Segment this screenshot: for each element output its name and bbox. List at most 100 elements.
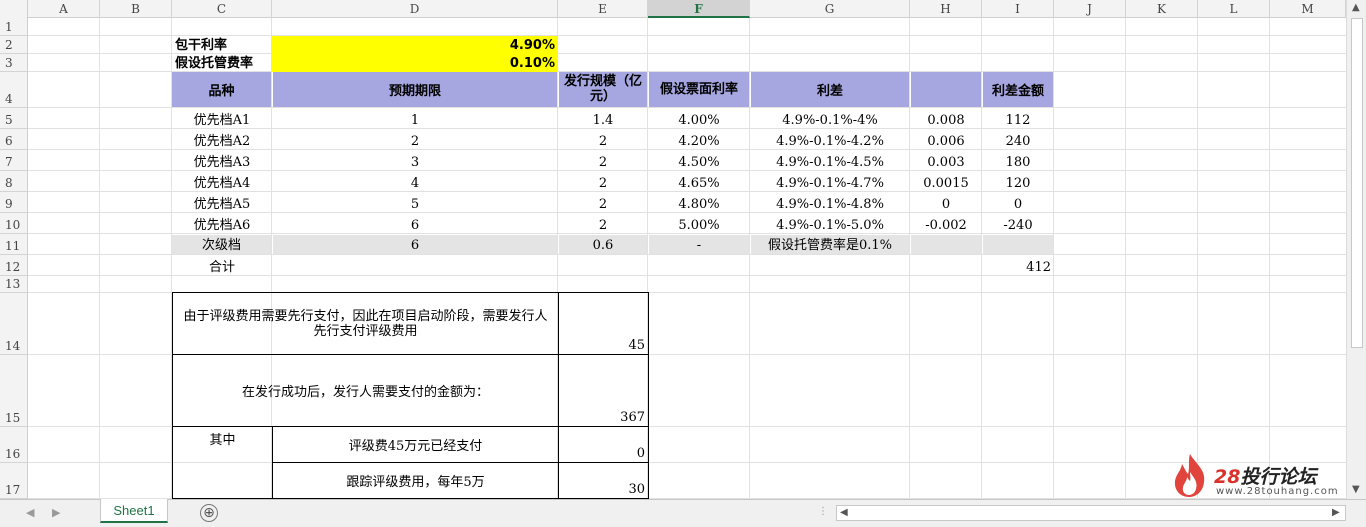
cell-E10[interactable]: 2 xyxy=(558,213,648,234)
header-coupon[interactable]: 假设票面利率 xyxy=(649,72,749,107)
row-header-12[interactable]: 12 xyxy=(0,255,28,276)
cell-I5[interactable]: 112 xyxy=(982,108,1054,129)
cell-H10[interactable]: -0.002 xyxy=(910,213,982,234)
scroll-left-icon[interactable]: ◀ xyxy=(840,507,848,518)
cell-E15[interactable]: 367 xyxy=(558,354,649,427)
sheet-tab-sheet1[interactable]: Sheet1 xyxy=(100,499,168,523)
cell-C8[interactable]: 优先档A4 xyxy=(172,171,272,192)
vertical-scrollbar[interactable]: ▲ ▼ xyxy=(1346,0,1366,499)
column-header-B[interactable]: B xyxy=(100,0,172,18)
column-header-J[interactable]: J xyxy=(1054,0,1126,18)
cell-E8[interactable]: 2 xyxy=(558,171,648,192)
cell-E17[interactable]: 30 xyxy=(558,462,649,499)
cell-F9[interactable]: 4.80% xyxy=(648,192,750,213)
cell-G11[interactable]: 假设托管费率是0.1% xyxy=(751,235,909,254)
row-header-4[interactable]: 4 xyxy=(0,72,28,108)
row-header-8[interactable]: 8 xyxy=(0,171,28,192)
column-header-K[interactable]: K xyxy=(1126,0,1198,18)
cell-G10[interactable]: 4.9%-0.1%-5.0% xyxy=(750,213,910,234)
cell-I12[interactable]: 412 xyxy=(982,255,1054,276)
cell-F10[interactable]: 5.00% xyxy=(648,213,750,234)
header-blank[interactable] xyxy=(911,72,981,107)
cell-C2[interactable]: 包干利率 xyxy=(172,36,272,54)
cell-F5[interactable]: 4.00% xyxy=(648,108,750,129)
cell-H5[interactable]: 0.008 xyxy=(910,108,982,129)
column-header-E[interactable]: E xyxy=(558,0,648,18)
row-header-1[interactable]: 1 xyxy=(0,18,28,36)
scroll-right-icon[interactable]: ▶ xyxy=(1332,507,1340,518)
cell-F6[interactable]: 4.20% xyxy=(648,129,750,150)
cell-I6[interactable]: 240 xyxy=(982,129,1054,150)
cell-I10[interactable]: -240 xyxy=(982,213,1054,234)
column-header-F[interactable]: F xyxy=(648,0,750,18)
row-header-6[interactable]: 6 xyxy=(0,129,28,150)
cell-D8[interactable]: 4 xyxy=(272,171,558,192)
row-header-2[interactable]: 2 xyxy=(0,36,28,54)
column-header-G[interactable]: G xyxy=(750,0,910,18)
cell-G8[interactable]: 4.9%-0.1%-4.7% xyxy=(750,171,910,192)
cell-C14[interactable]: 由于评级费用需要先行支付，因此在项目启动阶段，需要发行人先行支付评级费用 xyxy=(172,292,559,355)
column-header-M[interactable]: M xyxy=(1270,0,1346,18)
cell-D16[interactable]: 评级费45万元已经支付 xyxy=(272,426,559,463)
select-all-corner[interactable] xyxy=(0,0,28,18)
cell-D3[interactable]: 0.10% xyxy=(272,54,558,72)
scroll-up-icon[interactable]: ▲ xyxy=(1352,2,1360,13)
cell-C9[interactable]: 优先档A5 xyxy=(172,192,272,213)
cell-E7[interactable]: 2 xyxy=(558,150,648,171)
cell-C10[interactable]: 优先档A6 xyxy=(172,213,272,234)
cell-G5[interactable]: 4.9%-0.1%-4% xyxy=(750,108,910,129)
cell-F7[interactable]: 4.50% xyxy=(648,150,750,171)
header-spread[interactable]: 利差 xyxy=(751,72,909,107)
header-spread-amount[interactable]: 利差金额 xyxy=(983,72,1053,107)
cell-D2[interactable]: 4.90% xyxy=(272,36,558,54)
column-header-A[interactable]: A xyxy=(28,0,100,18)
add-sheet-button[interactable]: ⊕ xyxy=(200,504,218,522)
cell-I9[interactable]: 0 xyxy=(982,192,1054,213)
row-header-16[interactable]: 16 xyxy=(0,427,28,463)
row-header-9[interactable]: 9 xyxy=(0,192,28,213)
row-header-13[interactable]: 13 xyxy=(0,276,28,293)
cell-F11[interactable]: - xyxy=(649,235,749,254)
cell-D17[interactable]: 跟踪评级费用，每年5万 xyxy=(272,462,559,499)
cell-E11[interactable]: 0.6 xyxy=(559,235,647,254)
cell-D7[interactable]: 3 xyxy=(272,150,558,171)
cell-C6[interactable]: 优先档A2 xyxy=(172,129,272,150)
cell-G9[interactable]: 4.9%-0.1%-4.8% xyxy=(750,192,910,213)
cell-I8[interactable]: 120 xyxy=(982,171,1054,192)
cell-E5[interactable]: 1.4 xyxy=(558,108,648,129)
cell-C15[interactable]: 在发行成功后，发行人需要支付的金额为： xyxy=(172,354,559,427)
cell-H9[interactable]: 0 xyxy=(910,192,982,213)
cell-E9[interactable]: 2 xyxy=(558,192,648,213)
cell-G6[interactable]: 4.9%-0.1%-4.2% xyxy=(750,129,910,150)
column-header-D[interactable]: D xyxy=(272,0,558,18)
cell-I7[interactable]: 180 xyxy=(982,150,1054,171)
cell-H7[interactable]: 0.003 xyxy=(910,150,982,171)
column-header-H[interactable]: H xyxy=(910,0,982,18)
header-variety[interactable]: 品种 xyxy=(172,72,271,107)
cell-C16[interactable]: 其中 xyxy=(172,426,273,499)
cell-E16[interactable]: 0 xyxy=(558,426,649,463)
cell-C11[interactable]: 次级档 xyxy=(172,235,271,254)
cell-E6[interactable]: 2 xyxy=(558,129,648,150)
cell-D6[interactable]: 2 xyxy=(272,129,558,150)
column-header-C[interactable]: C xyxy=(172,0,272,18)
row-header-5[interactable]: 5 xyxy=(0,108,28,129)
cell-H11[interactable] xyxy=(911,235,981,254)
prev-sheet-icon[interactable]: ◀ xyxy=(26,506,34,519)
cell-F8[interactable]: 4.65% xyxy=(648,171,750,192)
header-term[interactable]: 预期期限 xyxy=(273,72,557,107)
cell-C12[interactable]: 合计 xyxy=(172,255,272,276)
horizontal-scrollbar[interactable]: ◀ ▶ xyxy=(836,505,1346,521)
row-header-15[interactable]: 15 xyxy=(0,355,28,427)
cell-E14[interactable]: 45 xyxy=(558,292,649,355)
cell-H8[interactable]: 0.0015 xyxy=(910,171,982,192)
row-header-14[interactable]: 14 xyxy=(0,293,28,355)
more-options-icon[interactable]: ⋮ xyxy=(818,506,828,517)
row-header-7[interactable]: 7 xyxy=(0,150,28,171)
cell-H6[interactable]: 0.006 xyxy=(910,129,982,150)
cell-C3[interactable]: 假设托管费率 xyxy=(172,54,272,72)
row-header-10[interactable]: 10 xyxy=(0,213,28,234)
vertical-scroll-thumb[interactable] xyxy=(1351,18,1363,348)
row-header-11[interactable]: 11 xyxy=(0,234,28,255)
cell-D5[interactable]: 1 xyxy=(272,108,558,129)
